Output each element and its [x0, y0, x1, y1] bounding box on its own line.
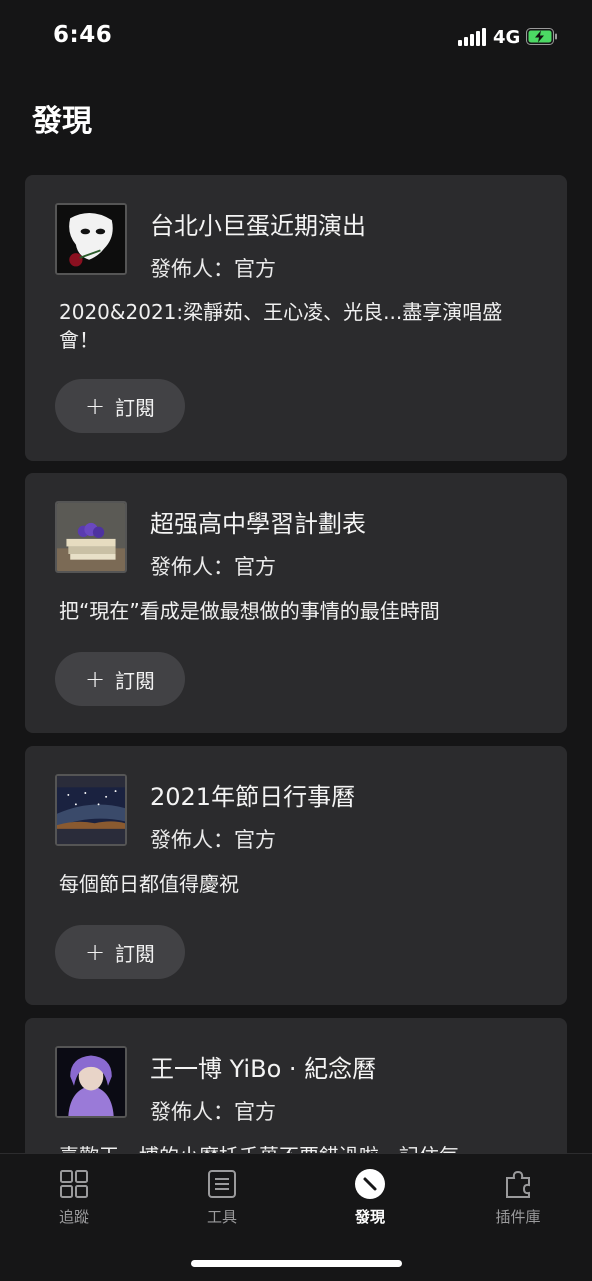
- calendar-card[interactable]: 王一博 YiBo · 紀念曆 發佈人：官方 喜歡王一博的小摩托千萬不要錯過啦，記…: [25, 1018, 567, 1153]
- tab-tools[interactable]: 工具: [172, 1168, 272, 1227]
- starry-sky-image: [55, 774, 127, 846]
- plus-icon: +: [84, 665, 106, 693]
- card-publisher: 發佈人：官方: [150, 828, 276, 852]
- discover-feed[interactable]: 台北小巨蛋近期演出 發佈人：官方 2020&2021:梁靜茹、王心凌、光良...…: [25, 175, 567, 1153]
- calendar-card[interactable]: 2021年節日行事曆 發佈人：官方 每個節日都值得慶祝 + 訂閱: [25, 746, 567, 1005]
- card-title: 台北小巨蛋近期演出: [150, 212, 366, 240]
- calendar-card[interactable]: 台北小巨蛋近期演出 發佈人：官方 2020&2021:梁靜茹、王心凌、光良...…: [25, 175, 567, 461]
- subscribe-button[interactable]: + 訂閱: [55, 925, 185, 979]
- list-icon: [208, 1170, 236, 1198]
- status-bar: 6:46 4G: [0, 0, 592, 76]
- card-title: 2021年節日行事曆: [150, 783, 356, 811]
- subscribe-label: 訂閱: [115, 941, 156, 966]
- card-description: 把“現在”看成是做最想做的事情的最佳時間: [59, 599, 440, 623]
- subscribe-label: 訂閱: [115, 668, 156, 693]
- network-type: 4G: [493, 27, 521, 48]
- tab-label: 插件庫: [495, 1208, 541, 1226]
- tab-tracking[interactable]: 追蹤: [24, 1168, 124, 1227]
- books-flowers-image: [55, 501, 127, 573]
- card-title: 超强高中學習計劃表: [150, 510, 366, 538]
- tab-discover[interactable]: 發現: [320, 1168, 420, 1227]
- battery-charging-icon: [526, 28, 557, 45]
- card-description: 每個節日都值得慶祝: [59, 872, 239, 896]
- tab-label: 工具: [206, 1208, 237, 1226]
- card-publisher: 發佈人：官方: [150, 257, 276, 281]
- subscribe-button[interactable]: + 訂閱: [55, 379, 185, 433]
- tab-label: 追蹤: [58, 1208, 89, 1226]
- puzzle-icon: [506, 1170, 530, 1198]
- compass-icon: [355, 1169, 385, 1199]
- card-publisher: 發佈人：官方: [150, 555, 276, 579]
- card-publisher: 發佈人：官方: [150, 1100, 276, 1124]
- card-description: 喜歡王一博的小摩托千萬不要錯過啦，記住每: [59, 1142, 529, 1153]
- subscribe-label: 訂閱: [115, 395, 156, 420]
- plus-icon: +: [84, 392, 106, 420]
- page-title: 發現: [32, 104, 92, 139]
- status-time: 6:46: [53, 22, 113, 48]
- calendar-card[interactable]: 超强高中學習計劃表 發佈人：官方 把“現在”看成是做最想做的事情的最佳時間 + …: [25, 473, 567, 733]
- signal-icon: [458, 28, 486, 46]
- home-indicator[interactable]: [191, 1260, 402, 1267]
- subscribe-button[interactable]: + 訂閱: [55, 652, 185, 706]
- tab-plugins[interactable]: 插件庫: [468, 1168, 568, 1227]
- portrait-image: [55, 1046, 127, 1118]
- grid-icon: [60, 1170, 88, 1198]
- phantom-mask-image: [55, 203, 127, 275]
- tab-label: 發現: [354, 1208, 385, 1226]
- card-description: 2020&2021:梁靜茹、王心凌、光良...盡享演唱盛會！: [59, 300, 503, 352]
- card-title: 王一博 YiBo · 紀念曆: [150, 1055, 377, 1083]
- plus-icon: +: [84, 938, 106, 966]
